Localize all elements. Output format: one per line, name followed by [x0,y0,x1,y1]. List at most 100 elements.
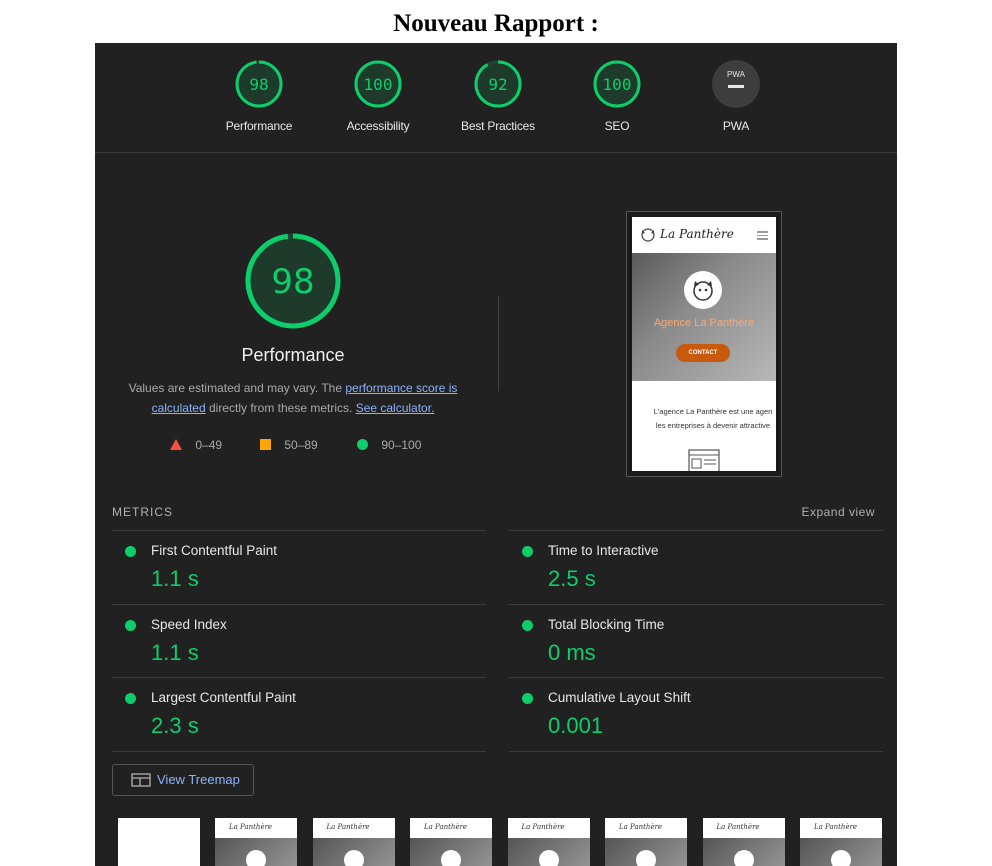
metric-label: Cumulative Layout Shift [548,690,691,705]
hero-logo-circle [684,271,722,309]
best-practices-label: Best Practices [461,119,535,133]
metric-value: 1.1 s [151,640,199,665]
filmstrip-brand: La Panthère [521,823,565,831]
metric-first-contentful-paint: First Contentful Paint 1.1 s [112,530,486,604]
pass-dot-icon [125,546,136,557]
metric-largest-contentful-paint: Largest Contentful Paint 2.3 s [112,677,486,752]
screenshot-text-line2: les entreprises à devenir attractive [655,421,771,430]
fail-triangle-icon [170,439,182,450]
average-square-icon [260,439,271,450]
performance-score: 98 [249,75,268,94]
legend-fail: 0–49 [170,438,222,452]
filmstrip-frame[interactable]: La Panthère [312,818,395,866]
best-practices-score: 92 [488,75,507,94]
gauge-accessibility[interactable]: 100 Accessibility [318,59,438,133]
metrics-header: METRICS [112,505,173,519]
performance-large-gauge-icon: 98 [245,233,341,329]
legend-pass-label: 90–100 [381,438,422,452]
metric-time-to-interactive: Time to Interactive 2.5 s [509,530,883,604]
see-calculator-link[interactable]: See calculator. [356,401,435,415]
screenshot-text: L'agence La Panthère est une agen les en… [638,405,776,433]
gauge-pwa[interactable]: PWA PWA [676,59,796,133]
filmstrip-frame[interactable]: La Panthère [800,818,882,866]
gauge-best-practices[interactable]: 92 Best Practices [438,59,558,133]
metric-value: 0 ms [548,640,596,665]
screenshot-brand: La Panthère [660,227,734,241]
filmstrip-brand: La Panthère [814,823,858,831]
screenshot-text-line1: L'agence La Panthère est une agen [653,407,773,416]
filmstrip-logo [538,850,559,866]
lighthouse-report: 98 Performance 100 Accessibility 92 Best… [95,43,897,866]
filmstrip-logo [441,850,461,866]
filmstrip-frame[interactable]: La Panthère [605,818,687,866]
pass-circle-icon [357,439,368,450]
panther-head-icon [693,281,713,301]
metric-label: Speed Index [151,617,227,632]
view-treemap-button[interactable]: View Treemap [112,764,254,796]
metric-value: 1.1 s [151,566,199,591]
metric-value: 2.3 s [151,713,199,738]
final-screenshot[interactable]: La Panthère Agence La Panthère CONTACT L… [626,211,782,477]
filmstrip-logo [246,850,266,866]
layout-icon [688,449,720,471]
filmstrip-brand: La Panthère [424,823,468,831]
metric-label: Largest Contentful Paint [151,690,296,705]
screenshot-hero: Agence La Panthère CONTACT [632,253,776,381]
performance-title: Performance [241,345,345,365]
pass-dot-icon [522,546,533,557]
view-treemap-label: View Treemap [157,772,240,787]
filmstrip-logo [831,850,851,866]
accessibility-gauge-icon: 100 [354,60,402,108]
hamburger-menu-icon [757,231,768,240]
performance-large-score: 98 [271,262,314,302]
treemap-icon [131,773,151,787]
pwa-badge-icon: PWA [712,60,760,108]
filmstrip-logo [636,850,656,866]
filmstrip-frame[interactable]: La Panthère [215,818,297,866]
metric-label: First Contentful Paint [151,543,278,558]
desc-middle: directly from these metrics. [205,401,356,415]
screenshot-hero-title: Agence La Panthère [653,317,755,329]
performance-gauge-icon: 98 [235,60,283,108]
pass-dot-icon [522,620,533,631]
panther-logo-icon [641,228,655,242]
pass-dot-icon [125,693,136,704]
filmstrip-frame[interactable]: La Panthère [507,818,590,866]
expand-view-toggle[interactable]: Expand view [801,505,875,519]
category-score-bar: 98 Performance 100 Accessibility 92 Best… [95,43,897,153]
page-title: Nouveau Rapport : [393,10,599,37]
performance-label: Performance [225,119,293,133]
seo-score: 100 [603,75,632,94]
legend-average: 50–89 [260,438,318,452]
pwa-badge-text: PWA [727,70,746,79]
metric-label: Time to Interactive [548,543,659,558]
filmstrip-brand: La Panthère [326,823,370,831]
filmstrip-brand: La Panthère [716,823,760,831]
metric-cumulative-layout-shift: Cumulative Layout Shift 0.001 [509,677,883,752]
legend-average-label: 50–89 [284,438,318,452]
accessibility-score: 100 [364,75,393,94]
pwa-label: PWA [722,119,750,133]
desc-prefix: Values are estimated and may vary. The [128,381,346,395]
filmstrip-brand: La Panthère [619,823,663,831]
best-practices-gauge-icon: 92 [474,60,522,108]
seo-label: SEO [604,119,630,133]
metric-total-blocking-time: Total Blocking Time 0 ms [509,604,883,678]
gauge-seo[interactable]: 100 SEO [557,59,677,133]
metric-speed-index: Speed Index 1.1 s [112,604,486,678]
filmstrip-frame[interactable]: La Panthère [410,818,492,866]
legend-pass: 90–100 [357,438,421,452]
metric-label: Total Blocking Time [548,617,665,632]
performance-description: Values are estimated and may vary. The p… [113,378,473,418]
metric-value: 2.5 s [548,566,596,591]
performance-summary: 98 Performance Values are estimated and … [113,231,473,418]
filmstrip-frame-blank[interactable] [118,818,200,866]
vertical-divider [498,296,499,391]
filmstrip-brand: La Panthère [229,823,273,831]
filmstrip-logo [343,850,364,866]
metric-value: 0.001 [548,713,604,738]
pass-dot-icon [125,620,136,631]
filmstrip-frame[interactable]: La Panthère [702,818,785,866]
gauge-performance[interactable]: 98 Performance [199,59,319,133]
screenshot-contact-button: CONTACT [676,344,730,362]
